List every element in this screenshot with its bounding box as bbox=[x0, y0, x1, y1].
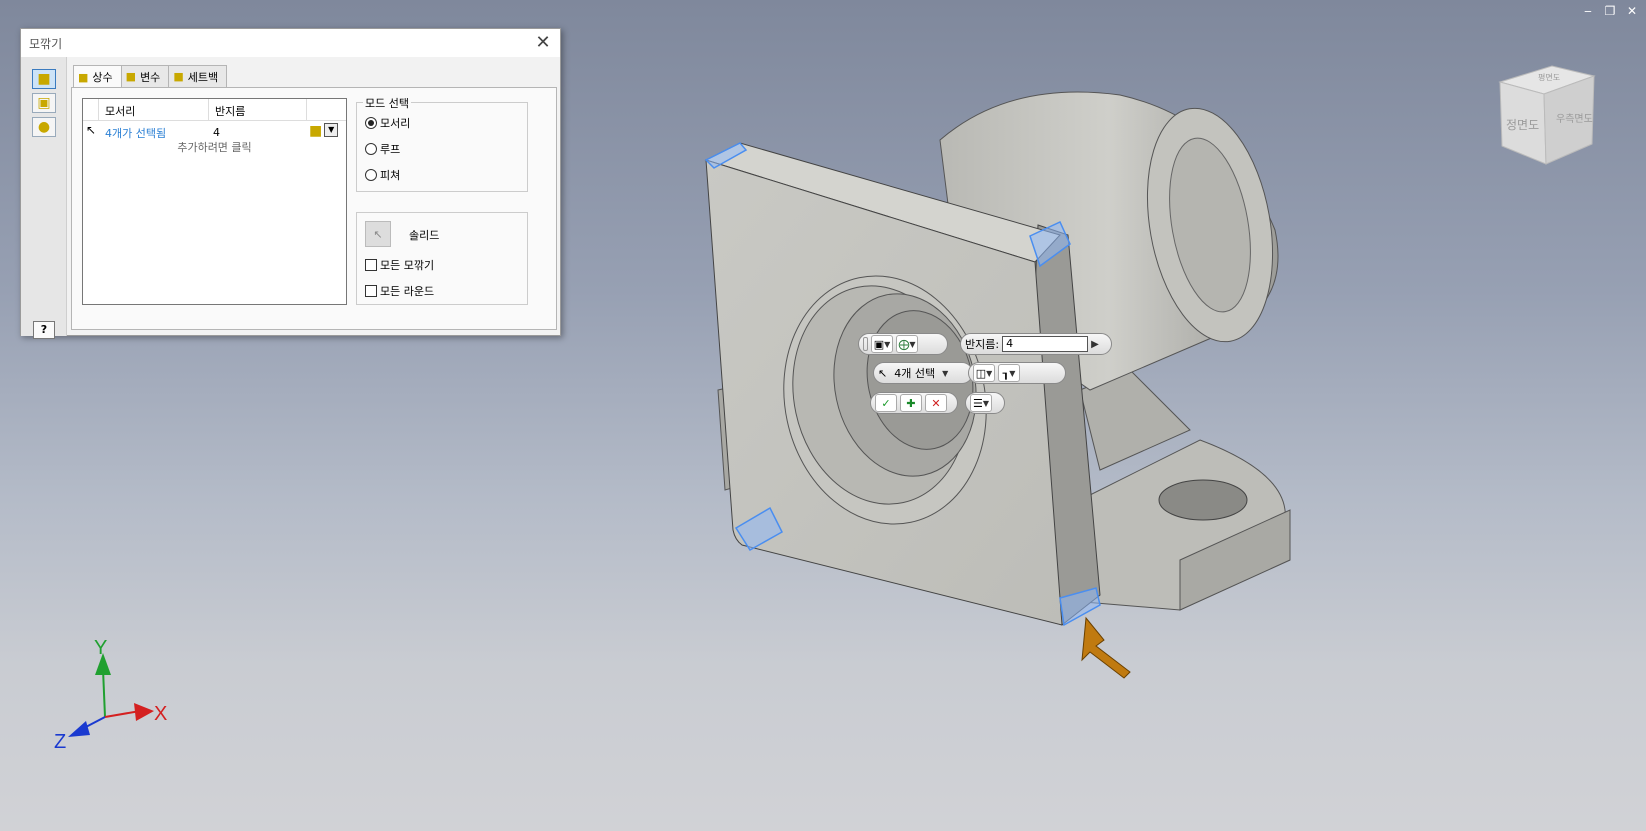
mode-edge-label: 모서리 bbox=[380, 117, 411, 130]
row-edge-selection[interactable]: 4개가 선택됨 bbox=[105, 125, 166, 141]
help-button[interactable]: ? bbox=[33, 321, 55, 339]
list-icon: ☰ bbox=[972, 396, 983, 410]
all-fillets-label: 모든 모깎기 bbox=[380, 259, 435, 272]
add-row-hint[interactable]: 추가하려면 클릭 bbox=[83, 139, 346, 155]
viewcube-top-label[interactable]: 평면도 bbox=[1538, 72, 1560, 83]
edge-pointer-arrow bbox=[1081, 616, 1131, 679]
radio-unselected[interactable] bbox=[365, 143, 377, 155]
table-row[interactable]: ↖ 4개가 선택됨 4 ■ ▼ bbox=[83, 121, 346, 141]
radius-control: 반지름: 4 ▶ bbox=[960, 333, 1112, 355]
cancel-button[interactable]: ✕ bbox=[925, 394, 947, 412]
constant-fillet-icon: ■ bbox=[78, 70, 89, 84]
cursor-icon: ↖ bbox=[878, 366, 888, 380]
cube-edge-icon: ▣ bbox=[873, 337, 885, 351]
viewcube[interactable]: 정면도 우측면도 평면도 bbox=[1492, 60, 1602, 170]
tab-label: 세트백 bbox=[187, 70, 219, 84]
variable-fillet-icon: ■ bbox=[125, 70, 137, 83]
radius-label: 반지름: bbox=[965, 338, 1000, 351]
chevron-down-icon: ▼ bbox=[986, 368, 993, 378]
mode-loop-label: 루프 bbox=[380, 143, 401, 156]
selection-count[interactable]: 4개 선택 bbox=[890, 365, 939, 381]
tab-variable[interactable]: ■ 변수 bbox=[120, 65, 170, 87]
col-edge-header: 모서리 bbox=[99, 99, 209, 120]
radio-unselected[interactable] bbox=[365, 169, 377, 181]
cursor-icon: ↖ bbox=[86, 123, 97, 137]
edge-radius-table[interactable]: 모서리 반지름 ↖ 4개가 선택됨 4 ■ ▼ 추가하려면 클릭 bbox=[82, 98, 347, 305]
mt-row1-left: ▣ ▼ ⨁ ▼ bbox=[858, 333, 948, 355]
dialog-tabs: ■ 상수 ■ 변수 ■ 세트백 bbox=[73, 65, 228, 88]
mode-group-title: 모드 선택 bbox=[363, 95, 411, 111]
fillet-type-button[interactable]: ▣ ▼ bbox=[871, 335, 893, 353]
chevron-down-icon[interactable]: ▼ bbox=[324, 123, 339, 137]
dialog-title: 모깎기 bbox=[29, 37, 63, 51]
constant-panel: 모서리 반지름 ↖ 4개가 선택됨 4 ■ ▼ 추가하려면 클릭 모드 선택 모… bbox=[71, 87, 557, 330]
chevron-down-icon: ▼ bbox=[909, 339, 916, 349]
options-control: ☰ ▼ bbox=[965, 392, 1005, 414]
mode-feature-option[interactable]: 피쳐 bbox=[365, 167, 400, 183]
radius-input[interactable]: 4 bbox=[1002, 336, 1089, 352]
face-fillet-button[interactable]: ▣ bbox=[32, 93, 56, 113]
chevron-down-icon: ▼ bbox=[1009, 368, 1016, 378]
mt-row2-right: ◫ ▼ ┒ ▼ bbox=[968, 362, 1066, 384]
fillet-type-strip: ■ ▣ ● ? bbox=[21, 57, 67, 339]
close-icon[interactable]: ✕ bbox=[532, 32, 554, 54]
solid-label: 솔리드 bbox=[409, 229, 440, 242]
full-round-fillet-button[interactable]: ● bbox=[32, 117, 56, 137]
mode-select-group: 모드 선택 모서리 루프 피쳐 bbox=[356, 95, 528, 192]
viewcube-right-label[interactable]: 우측면도 bbox=[1556, 110, 1593, 125]
ok-button[interactable]: ✓ bbox=[875, 394, 897, 412]
all-fillets-checkbox[interactable] bbox=[365, 259, 377, 271]
x-axis-label: X bbox=[154, 703, 168, 725]
chevron-down-icon: ▼ bbox=[982, 398, 990, 408]
mode-feature-label: 피쳐 bbox=[380, 169, 401, 182]
mode-edge-option[interactable]: 모서리 bbox=[365, 115, 410, 131]
tab-constant[interactable]: ■ 상수 bbox=[73, 65, 122, 88]
full-round-icon: ● bbox=[37, 119, 51, 135]
axis-triad: Y X Z bbox=[52, 637, 182, 755]
tab-label: 변수 bbox=[140, 70, 161, 84]
all-rounds-label: 모든 라운드 bbox=[380, 285, 435, 298]
tab-label: 상수 bbox=[92, 71, 113, 84]
add-edge-icon: ⨁ bbox=[898, 337, 910, 351]
fillet-preset-icon[interactable]: ■ bbox=[309, 123, 322, 139]
col-radius-header: 반지름 bbox=[209, 99, 307, 120]
solid-icon: ◫ bbox=[975, 366, 987, 380]
solid-select-button[interactable]: ↖ bbox=[365, 221, 391, 247]
selection-control: ↖ 4개 선택 ▼ bbox=[873, 362, 973, 384]
apply-button[interactable]: ✚ bbox=[900, 394, 922, 412]
fillet-add-button[interactable]: ⨁ ▼ bbox=[896, 335, 918, 353]
face-fillet-icon: ▣ bbox=[37, 95, 51, 111]
action-buttons: ✓ ✚ ✕ bbox=[870, 392, 958, 414]
all-rounds-checkbox[interactable] bbox=[365, 285, 377, 297]
plus-icon: ✚ bbox=[906, 396, 916, 410]
edge-fillet-icon: ■ bbox=[37, 71, 51, 87]
solid-group: ↖ 솔리드 모든 모깎기 모든 라운드 bbox=[356, 212, 528, 305]
close-icon: ✕ bbox=[931, 396, 941, 410]
chevron-down-icon: ▼ bbox=[884, 339, 891, 349]
cursor-icon: ↖ bbox=[373, 227, 383, 241]
checkmark-icon: ✓ bbox=[881, 396, 891, 410]
table-header: 모서리 반지름 bbox=[83, 99, 346, 121]
fillet-dialog: 모깎기 ✕ ■ ▣ ● ? ■ 상수 ■ 변수 ■ 세트백 모서리 반지름 ↖ … bbox=[20, 28, 561, 339]
z-axis-label: Z bbox=[54, 731, 67, 753]
dialog-titlebar[interactable]: 모깎기 ✕ bbox=[21, 29, 560, 57]
graphics-viewport[interactable]: ‒ ❐ ✕ 정면도 우측면도 평면도 ▣ ▼ ⨁ ▼ 반지름: 4 ▶ ↖ 4개… bbox=[0, 0, 1646, 831]
expand-right-icon[interactable]: ▶ bbox=[1091, 339, 1099, 350]
mt-grip-icon[interactable] bbox=[863, 337, 868, 351]
tab-setback[interactable]: ■ 세트백 bbox=[168, 65, 228, 87]
edge-filter-button[interactable]: ┒ ▼ bbox=[998, 364, 1020, 382]
solid-select-button[interactable]: ◫ ▼ bbox=[973, 364, 995, 382]
options-button[interactable]: ☰ ▼ bbox=[970, 394, 992, 412]
edge-fillet-button[interactable]: ■ bbox=[32, 69, 56, 89]
all-rounds-option[interactable]: 모든 라운드 bbox=[365, 283, 434, 299]
mode-loop-option[interactable]: 루프 bbox=[365, 141, 400, 157]
all-fillets-option[interactable]: 모든 모깎기 bbox=[365, 257, 434, 273]
setback-icon: ■ bbox=[173, 70, 184, 83]
radio-selected[interactable] bbox=[365, 117, 377, 129]
row-radius-value[interactable]: 4 bbox=[213, 126, 220, 139]
y-axis-label: Y bbox=[94, 637, 108, 659]
edge-filter-icon: ┒ bbox=[1002, 366, 1010, 380]
viewcube-front-label[interactable]: 정면도 bbox=[1506, 116, 1539, 133]
chevron-down-icon[interactable]: ▼ bbox=[942, 369, 948, 378]
